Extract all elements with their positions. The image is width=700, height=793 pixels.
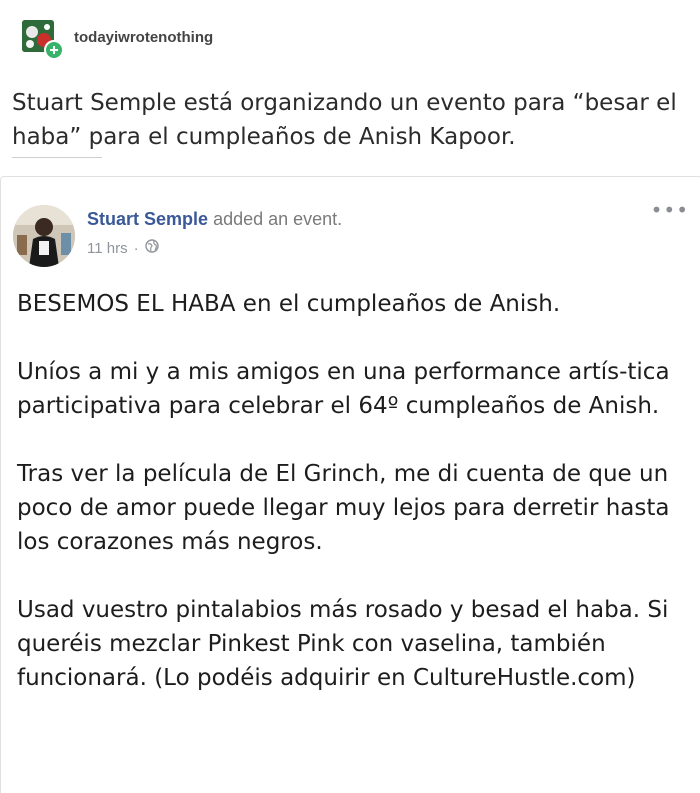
follow-badge-icon[interactable] xyxy=(44,40,64,60)
post-paragraph: BESEMOS EL HABA en el cumpleaños de Anis… xyxy=(17,291,561,317)
more-options-icon[interactable]: ••• xyxy=(651,200,689,220)
post-paragraph: Tras ver la película de El Grinch, me di… xyxy=(17,461,670,555)
post-timestamp[interactable]: 11 hrs xyxy=(87,240,128,257)
author-name-link[interactable]: Stuart Semple xyxy=(87,209,208,229)
post-body: BESEMOS EL HABA en el cumpleaños de Anis… xyxy=(17,287,697,729)
post-paragraph: Uníos a mi y a mis amigos en una perform… xyxy=(17,359,670,419)
tumblr-caption: Stuart Semple está organizando un evento… xyxy=(12,90,677,150)
tumblr-username[interactable]: todayiwrotenothing xyxy=(74,29,213,46)
post-action-text: added an event. xyxy=(213,209,343,229)
post-paragraph: Usad vuestro pintalabios más rosado y be… xyxy=(17,597,669,691)
avatar[interactable] xyxy=(13,205,75,267)
facebook-post-embed: Stuart Semple added an event. 11 hrs · •… xyxy=(0,176,700,793)
meta-separator: · xyxy=(133,239,139,257)
globe-icon xyxy=(144,239,159,257)
tumblr-avatar[interactable] xyxy=(22,20,64,60)
post-author-line: Stuart Semple added an event. xyxy=(87,209,342,230)
tumblr-post-header: todayiwrotenothing xyxy=(22,20,213,60)
post-meta: 11 hrs · xyxy=(87,239,159,257)
link-underline xyxy=(12,157,102,158)
